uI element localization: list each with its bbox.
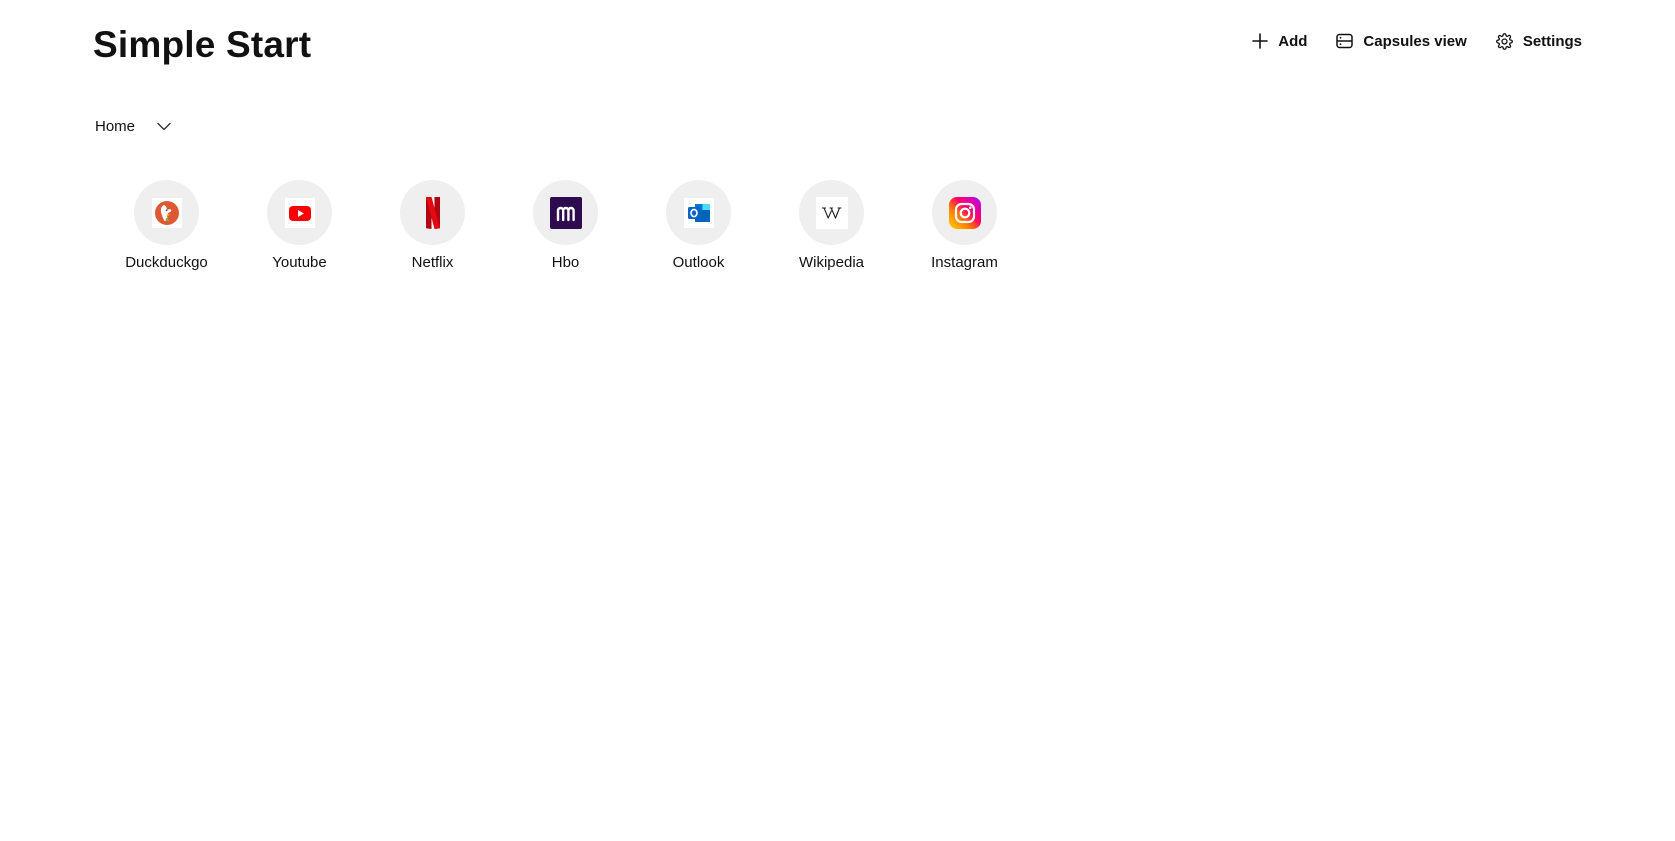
- app-title: Simple Start: [93, 24, 312, 65]
- capsules-view-label: Capsules view: [1363, 32, 1467, 50]
- shortcut-bubble: [799, 180, 864, 245]
- gear-icon: [1495, 32, 1513, 50]
- outlook-icon: [683, 197, 715, 229]
- instagram-icon: [948, 196, 981, 229]
- wikipedia-icon: [815, 196, 848, 229]
- shortcut-bubble: [533, 180, 598, 245]
- shortcut-label: Outlook: [672, 254, 725, 271]
- group-selector[interactable]: Home: [95, 118, 171, 135]
- group-selector-value: Home: [95, 118, 136, 135]
- shortcut-label: Hbo: [551, 254, 580, 271]
- shortcut-netflix[interactable]: Netflix: [366, 180, 499, 271]
- add-button-label: Add: [1278, 32, 1308, 50]
- hbo-max-icon: [549, 196, 582, 229]
- shortcut-label: Netflix: [411, 254, 454, 271]
- shortcut-hbo[interactable]: Hbo: [499, 180, 632, 271]
- plus-icon: [1252, 33, 1269, 49]
- shortcut-wikipedia[interactable]: Wikipedia: [765, 180, 898, 271]
- netflix-icon: [417, 196, 449, 229]
- shortcut-label: Wikipedia: [798, 254, 865, 271]
- shortcut-label: Instagram: [931, 254, 998, 271]
- shortcut-list: Duckduckgo Youtube Netflix Hbo Outlook W…: [100, 180, 1031, 271]
- settings-button[interactable]: Settings: [1495, 30, 1582, 52]
- shortcut-bubble: [400, 180, 465, 245]
- header-toolbar: Add Capsules view Settings: [1252, 30, 1582, 52]
- shortcut-instagram[interactable]: Instagram: [898, 180, 1031, 271]
- youtube-icon: [284, 197, 316, 229]
- shortcut-label: Youtube: [272, 254, 327, 271]
- shortcut-bubble: [134, 180, 199, 245]
- settings-label: Settings: [1522, 32, 1582, 50]
- shortcut-bubble: [932, 180, 997, 245]
- add-button[interactable]: Add: [1252, 30, 1307, 52]
- start-page: Simple Start Add Capsules view Settings …: [0, 0, 1675, 841]
- shortcut-outlook[interactable]: Outlook: [632, 180, 765, 271]
- capsules-view-button[interactable]: Capsules view: [1336, 30, 1467, 52]
- capsules-view-icon: [1336, 33, 1354, 49]
- duckduckgo-icon: [151, 197, 183, 229]
- shortcut-bubble: [666, 180, 731, 245]
- shortcut-youtube[interactable]: Youtube: [233, 180, 366, 271]
- chevron-down-icon: [157, 118, 171, 135]
- shortcut-duckduckgo[interactable]: Duckduckgo: [100, 180, 233, 271]
- shortcut-label: Duckduckgo: [125, 254, 208, 271]
- shortcut-bubble: [267, 180, 332, 245]
